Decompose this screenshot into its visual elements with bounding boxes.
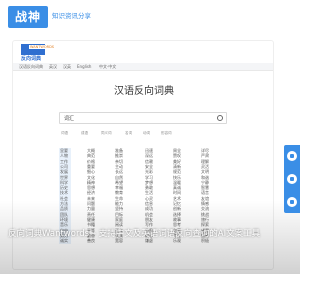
wechat-icon[interactable] [287,174,297,184]
search-value: 词汇 [64,116,75,122]
filter-verbs[interactable]: 动词 [143,131,150,136]
filter-row: 词语 成语 同义词 名词 动词 形容词 [59,129,227,137]
app-navbar: 汉语反向词典 英汉 汉英 English 中文·中文 [13,63,273,71]
side-toolbar [284,145,300,213]
filter-idioms[interactable]: 成语 [81,131,88,136]
caption-title[interactable]: 反向词典Wantwords – 支持中文及英语词语反向查询的AI文案工具 [8,227,260,239]
share-icon[interactable] [287,197,297,207]
chat-icon[interactable] [287,151,297,161]
app-logo-text: 反向词典 [21,56,42,62]
filter-synonyms[interactable]: 同义词 [101,131,112,136]
nav-tab-english[interactable]: English [77,64,91,69]
nav-tab-reverse[interactable]: 汉语反向词典 [19,64,43,70]
nav-tab-zh-en[interactable]: 汉英 [63,64,71,70]
search-icon[interactable] [217,115,223,121]
app-title: 汉语反向词典 [114,86,174,97]
site-name[interactable]: 知识资讯分享 [52,10,91,20]
app-logo-tag: WANTWORDS [29,45,55,49]
nav-tab-zh-zh[interactable]: 中文·中文 [99,64,116,70]
filter-nouns[interactable]: 名词 [125,131,132,136]
app-header: WANTWORDS 反向词典 [13,41,273,65]
site-logo[interactable]: 战神 [8,6,48,28]
filter-adjectives[interactable]: 形容词 [161,131,172,136]
search-input[interactable]: 词汇 [59,112,227,124]
nav-tab-en-zh[interactable]: 英汉 [49,64,57,70]
filter-words[interactable]: 词语 [61,131,68,136]
site-header: 战神 知识资讯分享 [0,0,300,34]
